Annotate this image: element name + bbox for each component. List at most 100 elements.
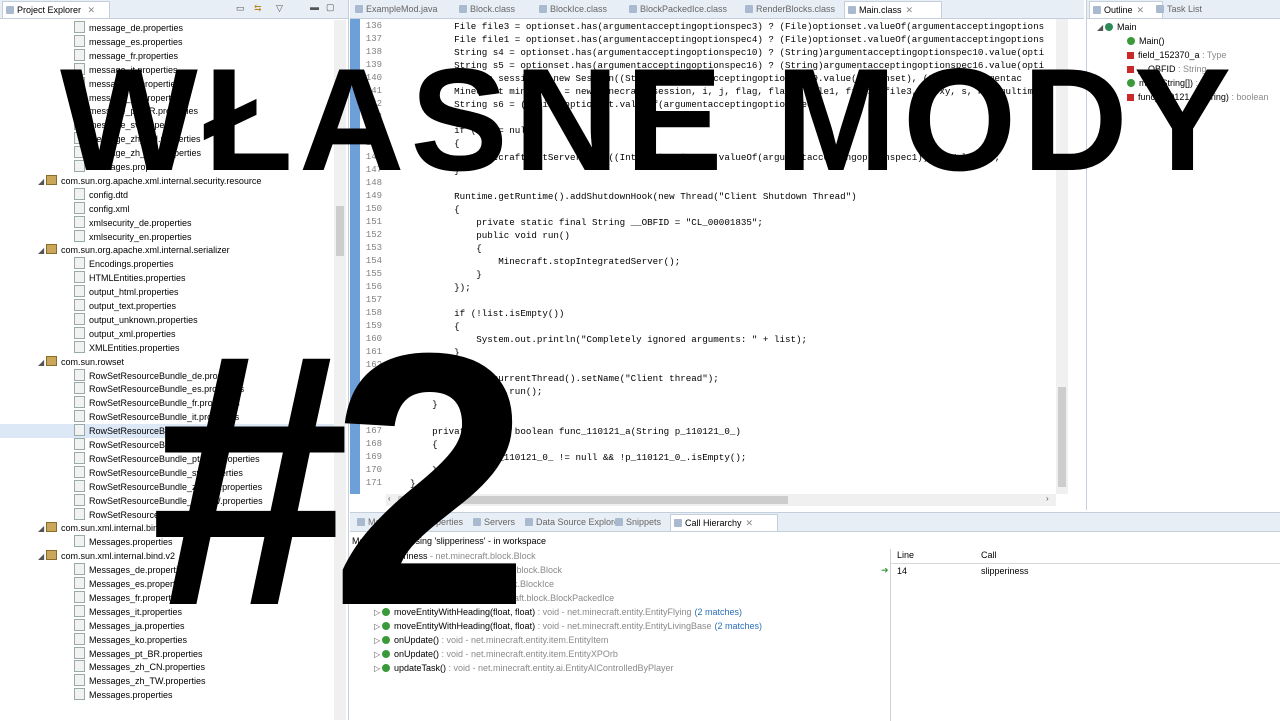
code-line[interactable]: private static final String __OBFID = "C… — [388, 216, 1056, 229]
tree-item[interactable]: message_pt_BR.properties — [0, 104, 334, 118]
twisty-icon[interactable]: ▷ — [374, 592, 382, 606]
code-line[interactable]: Runtime.getRuntime().addShutdownHook(new… — [388, 190, 1056, 203]
tree-item[interactable]: Messages_de.properties — [0, 563, 334, 577]
tree-item[interactable]: Messages_ja.properties — [0, 618, 334, 633]
call-item[interactable]: ▷ onUpdate() : void - net.minecraft.entit… — [374, 647, 618, 661]
code-line[interactable] — [388, 294, 1056, 307]
tree-item[interactable]: Messages_fr.properties — [0, 590, 334, 605]
tree-item[interactable]: Messages_pt_BR.properties — [0, 646, 334, 661]
tree-item[interactable]: output_html.properties — [0, 285, 334, 299]
code-line[interactable]: return p_110121_0_ != null && !p_110121_… — [388, 451, 1056, 464]
tree-item[interactable]: RowSetResourceBundle_zh_TW.properties — [0, 493, 334, 508]
scroll-right-icon[interactable]: › — [1046, 494, 1049, 503]
bottom-tab[interactable]: Data Source Explorer — [522, 514, 622, 530]
view-menu-icon[interactable]: ▽ — [276, 3, 283, 14]
code-line[interactable]: { — [388, 320, 1056, 333]
tree-item[interactable]: RowSetResourceBundle_pt_BR.properties — [0, 451, 334, 466]
code-line[interactable]: }); — [388, 281, 1056, 294]
code-line[interactable]: } — [388, 164, 1056, 177]
tree-scrollbar[interactable] — [334, 20, 346, 720]
tree-item[interactable]: message_ja.properties — [0, 76, 334, 91]
scroll-left-icon[interactable]: ‹ — [388, 494, 391, 503]
column-call-header[interactable]: Call — [981, 550, 997, 560]
code-line[interactable] — [388, 177, 1056, 190]
tree-item[interactable]: ◢ com.sun.xml.internal.bind — [0, 521, 334, 535]
tree-item[interactable]: ◢ com.sun.rowset — [0, 355, 334, 369]
outline-item[interactable]: Main() — [1127, 34, 1165, 48]
horizontal-scrollbar-thumb[interactable] — [398, 496, 788, 504]
bottom-tab[interactable]: Call Hierarchy ✕ — [670, 514, 778, 531]
call-item[interactable]: ▷ updateTask() : void - net.minecraft.ent… — [374, 661, 673, 675]
tree-item[interactable]: RowSetResourceBundle_ja.properties — [0, 424, 334, 439]
twisty-icon[interactable]: ▷ — [374, 606, 382, 620]
tab-project-explorer[interactable]: Project Explorer ✕ — [2, 1, 110, 18]
tree-item[interactable]: xmlsecurity_de.properties — [0, 215, 334, 230]
editor-tab[interactable]: BlockPackedIce.class — [626, 1, 752, 17]
call-item-matches[interactable]: (2 matches) — [694, 607, 742, 617]
tree-item[interactable]: output_xml.properties — [0, 326, 334, 341]
twisty-icon[interactable]: ◢ — [1097, 21, 1105, 35]
code-line[interactable] — [388, 359, 1056, 372]
twisty-icon[interactable]: ◢ — [38, 175, 46, 189]
code-line[interactable]: Thread.currentThread().setName("Client t… — [388, 372, 1056, 385]
code-line[interactable]: minecraft.run(); — [388, 385, 1056, 398]
tree-item[interactable]: Encodings.properties — [0, 257, 334, 271]
twisty-icon[interactable]: ▷ — [374, 564, 382, 578]
code-line[interactable]: if (s6 != null) — [388, 124, 1056, 137]
code-line[interactable]: Session session = new Session((String)ar… — [388, 72, 1056, 85]
code-line[interactable]: String s5 = optionset.has(argumentaccept… — [388, 59, 1056, 72]
close-icon[interactable]: ✕ — [906, 5, 914, 15]
maximize-icon[interactable]: ▢ — [326, 2, 335, 13]
code-line[interactable] — [388, 412, 1056, 425]
code-line[interactable]: { — [388, 137, 1056, 150]
close-icon[interactable]: ✕ — [1137, 5, 1145, 15]
tree-item[interactable]: Messages_zh_CN.properties — [0, 660, 334, 674]
twisty-icon[interactable]: ◢ — [38, 550, 46, 564]
close-icon[interactable]: ✕ — [88, 5, 96, 15]
twisty-icon[interactable]: ◢ — [38, 356, 46, 370]
call-item[interactable]: ▷ moveEntityWithHeading(float, float) : v… — [374, 619, 762, 633]
link-editor-icon[interactable]: ⇆ — [254, 3, 262, 14]
tree-item[interactable]: message_zh_TW.properties — [0, 146, 334, 160]
code-line[interactable]: String s6 = (String)optionset.valueOf(ar… — [388, 98, 1056, 111]
tree-item[interactable]: message_zh_CN.properties — [0, 132, 334, 146]
tree-item[interactable]: RowSetResourceBundle_zh_CN.properties — [0, 479, 334, 494]
tree-item[interactable]: RowSetResourceBundle_es.properties — [0, 382, 334, 396]
tree-item[interactable]: message_sv.properties — [0, 118, 334, 132]
editor-tab[interactable]: Main.class ✕ — [844, 1, 942, 18]
tree-item[interactable]: ◢ com.sun.xml.internal.bind.v2 — [0, 549, 334, 563]
outline-item[interactable]: func_110121_a(String) : boolean — [1127, 90, 1268, 104]
call-item[interactable]: ▷ moveEntityWithHeading(float, float) : v… — [374, 605, 742, 619]
editor-tab[interactable]: ExampleMod.java — [352, 1, 466, 17]
code-line[interactable]: Minecraft minecraft = new Minecraft(sess… — [388, 85, 1056, 98]
twisty-icon[interactable]: ▷ — [374, 620, 382, 634]
call-item[interactable]: ▷ onUpdate() : void - net.minecraft.entit… — [374, 633, 608, 647]
outline-item[interactable]: __OBFID : String — [1127, 62, 1207, 76]
details-row[interactable]: ➜ 14 slipperiness — [881, 565, 1280, 579]
code-line[interactable]: File file3 = optionset.has(argumentaccep… — [388, 20, 1056, 33]
tree-item[interactable]: RowSetResourceBundle_fr.properties — [0, 396, 334, 410]
code-line[interactable]: File file1 = optionset.has(argumentaccep… — [388, 33, 1056, 46]
code-line[interactable]: } — [388, 268, 1056, 281]
tree-item[interactable]: Messages_zh_TW.properties — [0, 674, 334, 688]
tree-item[interactable]: output_unknown.properties — [0, 312, 334, 327]
code-line[interactable]: } — [388, 477, 1056, 490]
tree-item[interactable]: RowSetResourceBundle.properties — [0, 507, 334, 522]
code-line[interactable] — [388, 111, 1056, 124]
code-line[interactable]: { — [388, 242, 1056, 255]
column-line-header[interactable]: Line — [897, 550, 914, 560]
code-line[interactable]: String s4 = optionset.has(argumentaccept… — [388, 46, 1056, 59]
tree-item[interactable]: RowSetResourceBundle_de.properties — [0, 368, 334, 383]
horizontal-scrollbar[interactable]: ‹ › — [386, 494, 1056, 506]
tree-item[interactable]: Messages.properties — [0, 688, 334, 702]
collapse-all-icon[interactable]: ▭ — [236, 3, 245, 14]
editor-tab[interactable]: Block.class — [456, 1, 546, 17]
call-root-item[interactable]: ◢ slipperiness - net.minecraft.block.Bloc… — [360, 549, 536, 563]
tree-item[interactable]: ◢ com.sun.org.apache.xml.internal.securit… — [0, 174, 334, 188]
tree-item[interactable]: message_de.properties — [0, 21, 334, 35]
tree-scrollbar-thumb[interactable] — [336, 206, 344, 256]
tree-item[interactable]: Messages_ko.properties — [0, 632, 334, 647]
tree-item[interactable]: message_es.properties — [0, 34, 334, 49]
tree-item[interactable]: config.xml — [0, 201, 334, 216]
outline-item[interactable]: ◢ Main — [1097, 20, 1137, 34]
